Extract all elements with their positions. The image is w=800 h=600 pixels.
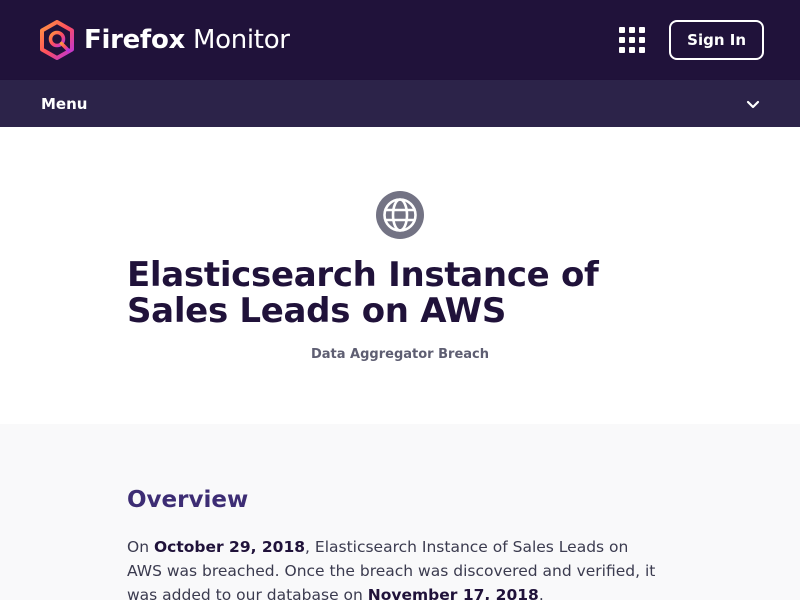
menu-toggle-bar[interactable]: Menu (0, 80, 800, 127)
added-date: November 17, 2018 (367, 586, 539, 600)
globe-icon (376, 191, 424, 239)
breach-hero: Elasticsearch Instance of Sales Leads on… (0, 127, 800, 424)
overview-section: Overview On October 29, 2018, Elasticsea… (0, 424, 800, 600)
grid-apps-icon[interactable] (619, 27, 646, 53)
menu-label: Menu (41, 94, 88, 113)
sign-in-button[interactable]: Sign In (669, 20, 764, 60)
top-navigation-bar: Firefox Monitor Sign In (0, 0, 800, 80)
overview-text-on: On (127, 538, 150, 556)
brand-name: Firefox Monitor (84, 27, 290, 53)
overview-paragraph: On October 29, 2018, Elasticsearch Insta… (127, 535, 667, 600)
breach-date: October 29, 2018 (153, 538, 306, 556)
breach-category: Data Aggregator Breach (310, 347, 489, 362)
chevron-down-icon[interactable] (746, 97, 760, 111)
overview-heading: Overview (127, 487, 249, 513)
overview-text-end: . (538, 586, 544, 600)
header-actions: Sign In (619, 20, 764, 60)
firefox-monitor-logo[interactable]: Firefox Monitor (38, 20, 290, 60)
brand-name-regular: Monitor (192, 25, 290, 55)
brand-name-bold: Firefox (84, 25, 185, 55)
firefox-monitor-logo-icon (40, 20, 74, 60)
breach-title: Elasticsearch Instance of Sales Leads on… (127, 255, 599, 331)
